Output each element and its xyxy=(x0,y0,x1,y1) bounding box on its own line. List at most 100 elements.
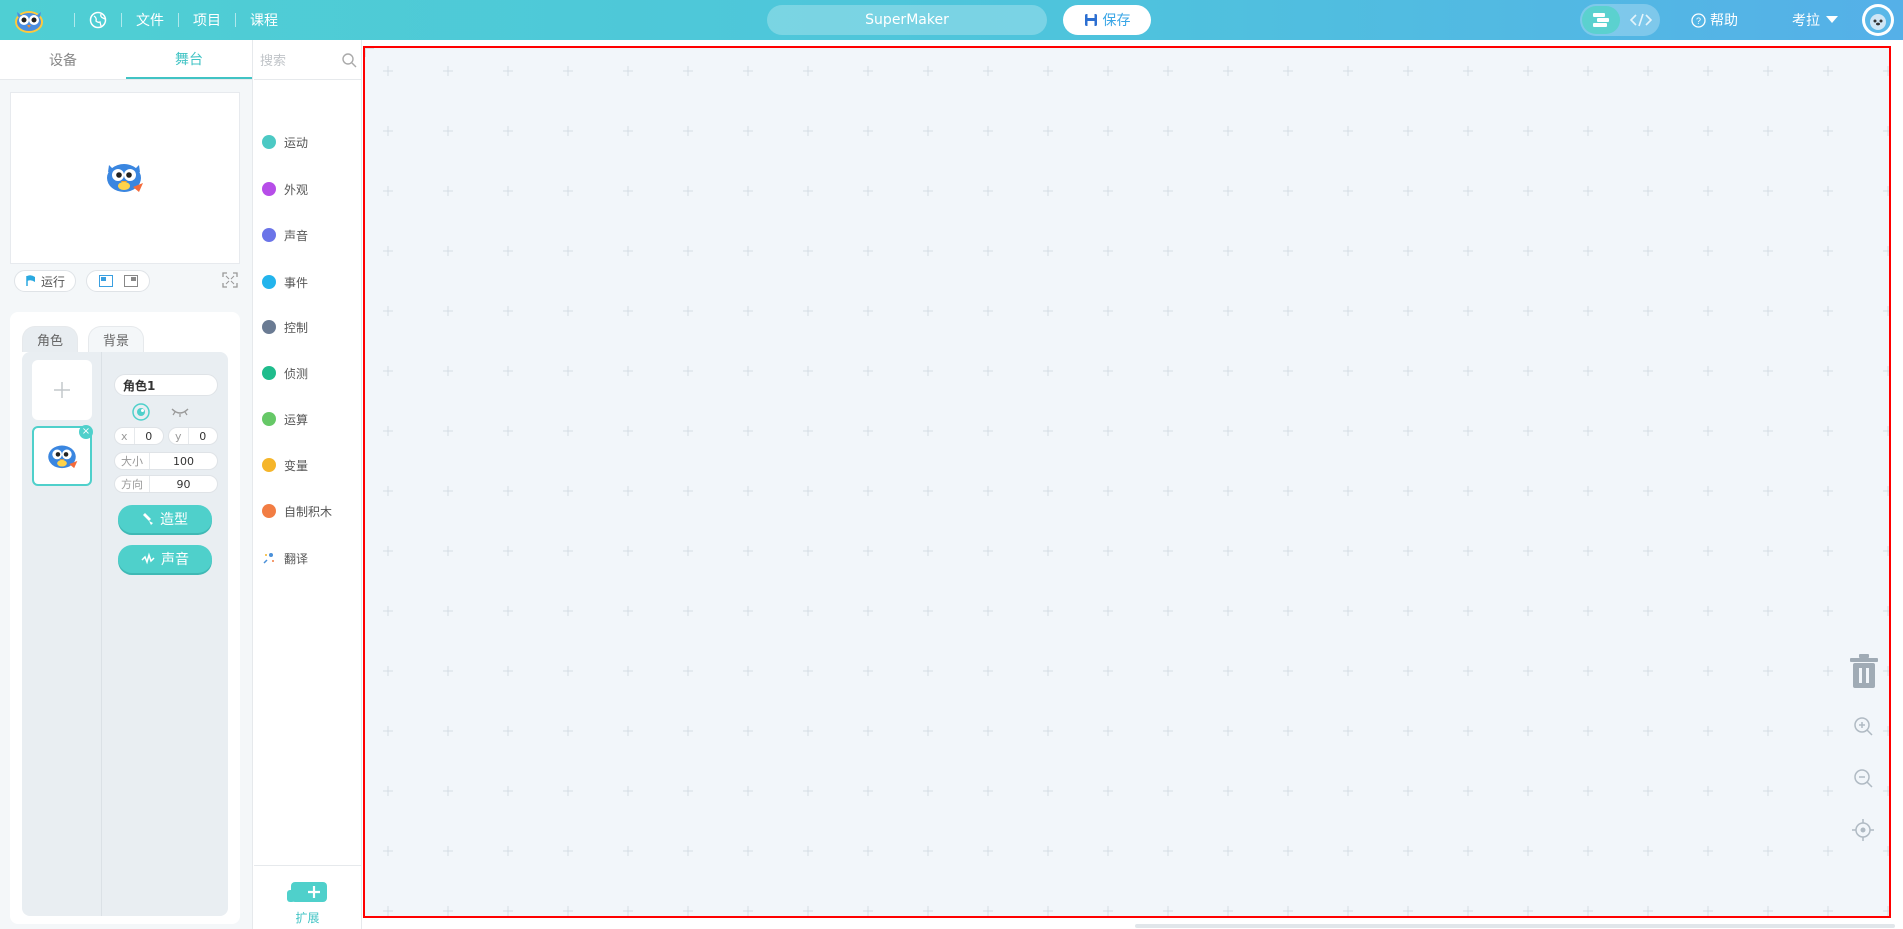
stage-preview[interactable] xyxy=(10,92,240,264)
sound-button[interactable]: 声音 xyxy=(118,545,212,573)
category-label: 事件 xyxy=(284,275,309,290)
nav-divider xyxy=(235,13,236,27)
category-label: 运算 xyxy=(284,412,309,427)
user-menu[interactable]: 考拉 xyxy=(1792,0,1838,40)
canvas-grid xyxy=(365,48,1889,916)
tab-devices[interactable]: 设备 xyxy=(0,40,126,79)
category-label: 控制 xyxy=(284,320,309,335)
size-value: 100 xyxy=(173,454,194,468)
tab-sprites[interactable]: 角色 xyxy=(22,326,79,352)
save-label: 保存 xyxy=(1102,13,1131,29)
category-label: 运动 xyxy=(284,135,309,150)
direction-field[interactable]: 方向 90 xyxy=(114,475,218,493)
search-icon[interactable] xyxy=(341,52,357,68)
category-item[interactable]: 侦测 xyxy=(262,363,308,383)
y-label: y xyxy=(169,428,189,444)
sound-wave-icon xyxy=(141,552,155,565)
costume-button[interactable]: 造型 xyxy=(118,505,212,533)
sound-label: 声音 xyxy=(161,552,189,568)
top-nav: 文件 项目 课程 xyxy=(60,0,278,40)
recenter-icon[interactable] xyxy=(1851,818,1875,842)
show-eye-icon[interactable] xyxy=(132,403,150,421)
hide-eye-icon[interactable] xyxy=(170,405,190,419)
category-item[interactable]: 控制 xyxy=(262,317,308,337)
project-name-input[interactable]: SuperMaker xyxy=(767,5,1047,35)
stage-controls: 运行 xyxy=(10,266,240,296)
block-search[interactable]: 搜索 xyxy=(254,40,361,80)
save-button[interactable]: 保存 xyxy=(1063,5,1151,35)
category-item[interactable]: 运动 xyxy=(262,132,308,152)
category-panel: 搜索 运动外观声音事件控制侦测运算变量自制积木翻译 扩展 xyxy=(254,40,362,929)
category-color-dot xyxy=(262,135,276,149)
run-label: 运行 xyxy=(40,274,65,289)
delete-sprite-icon[interactable]: × xyxy=(79,425,93,439)
category-item[interactable]: 翻译 xyxy=(262,548,308,568)
category-color-dot xyxy=(262,182,276,196)
help-label: 帮助 xyxy=(1710,13,1738,29)
koala-avatar-icon xyxy=(1865,7,1891,33)
question-circle-icon: ? xyxy=(1691,12,1706,28)
owl-sprite-image[interactable] xyxy=(103,159,145,195)
left-panel: 设备 舞台 运行 角色 背景 × 角色1 x 0 y 0 大小 100 方向 9… xyxy=(0,40,253,929)
add-sprite-button[interactable] xyxy=(32,360,92,420)
sprite-area: 角色 背景 × 角色1 x 0 y 0 大小 100 方向 90 造型 声音 xyxy=(10,312,240,924)
direction-label: 方向 xyxy=(115,476,150,492)
zoom-in-icon[interactable] xyxy=(1851,714,1875,738)
sprite-body: × 角色1 x 0 y 0 大小 100 方向 90 造型 声音 xyxy=(22,352,228,916)
tab-stage[interactable]: 舞台 xyxy=(126,40,252,79)
top-bar: 文件 项目 课程 SuperMaker 保存 ? 帮助 考拉 xyxy=(0,0,1903,40)
avatar[interactable] xyxy=(1862,4,1894,36)
plus-icon xyxy=(54,382,70,398)
add-extension-icon[interactable] xyxy=(287,880,329,904)
category-color-dot xyxy=(262,458,276,472)
category-label: 外观 xyxy=(284,182,309,197)
code-canvas[interactable] xyxy=(363,46,1891,918)
zoom-out-icon[interactable] xyxy=(1851,766,1875,790)
menu-course[interactable]: 课程 xyxy=(250,10,278,30)
category-label: 声音 xyxy=(284,228,309,243)
sprite-tabs: 角色 背景 xyxy=(22,326,145,352)
nav-divider xyxy=(121,13,122,27)
category-color-dot xyxy=(262,412,276,426)
category-item[interactable]: 运算 xyxy=(262,409,308,429)
category-label: 自制积木 xyxy=(284,504,333,519)
tab-backdrops[interactable]: 背景 xyxy=(88,326,145,352)
owl-logo-icon[interactable] xyxy=(14,6,44,34)
menu-project[interactable]: 项目 xyxy=(193,10,221,30)
category-item[interactable]: 外观 xyxy=(262,179,308,199)
category-item[interactable]: 声音 xyxy=(262,225,308,245)
horizontal-scrollbar[interactable] xyxy=(1135,924,1895,928)
code-mode-button[interactable] xyxy=(1624,6,1658,34)
x-label: x xyxy=(115,428,135,444)
y-field[interactable]: y 0 xyxy=(168,427,218,445)
extension-label: 扩展 xyxy=(295,911,320,925)
visibility-toggle xyxy=(132,403,212,421)
category-color-dot xyxy=(262,320,276,334)
costume-label: 造型 xyxy=(160,512,188,528)
small-stage-icon[interactable] xyxy=(123,275,138,287)
category-item[interactable]: 自制积木 xyxy=(262,501,332,521)
category-item[interactable]: 事件 xyxy=(262,272,308,292)
category-color-dot xyxy=(262,275,276,289)
nav-divider xyxy=(74,13,75,27)
size-label: 大小 xyxy=(115,453,150,469)
sprite-list: × xyxy=(22,352,102,916)
large-stage-icon[interactable] xyxy=(98,275,113,287)
menu-file[interactable]: 文件 xyxy=(136,10,164,30)
category-label: 变量 xyxy=(284,458,309,473)
sprite-name-field[interactable]: 角色1 xyxy=(114,374,218,396)
sprite-thumbnail[interactable]: × xyxy=(32,425,93,486)
category-item[interactable]: 变量 xyxy=(262,455,308,475)
search-input[interactable]: 搜索 xyxy=(260,50,286,69)
run-button[interactable]: 运行 xyxy=(14,270,76,292)
help-button[interactable]: ? 帮助 xyxy=(1691,0,1738,40)
direction-value: 90 xyxy=(176,477,191,491)
globe-icon[interactable] xyxy=(89,11,107,29)
fullscreen-icon[interactable] xyxy=(222,272,238,288)
size-field[interactable]: 大小 100 xyxy=(114,452,218,470)
category-label: 翻译 xyxy=(284,551,309,566)
trash-icon[interactable] xyxy=(1849,653,1879,689)
blocks-mode-button[interactable] xyxy=(1582,6,1620,34)
x-field[interactable]: x 0 xyxy=(114,427,164,445)
magic-wand-icon xyxy=(263,553,274,564)
